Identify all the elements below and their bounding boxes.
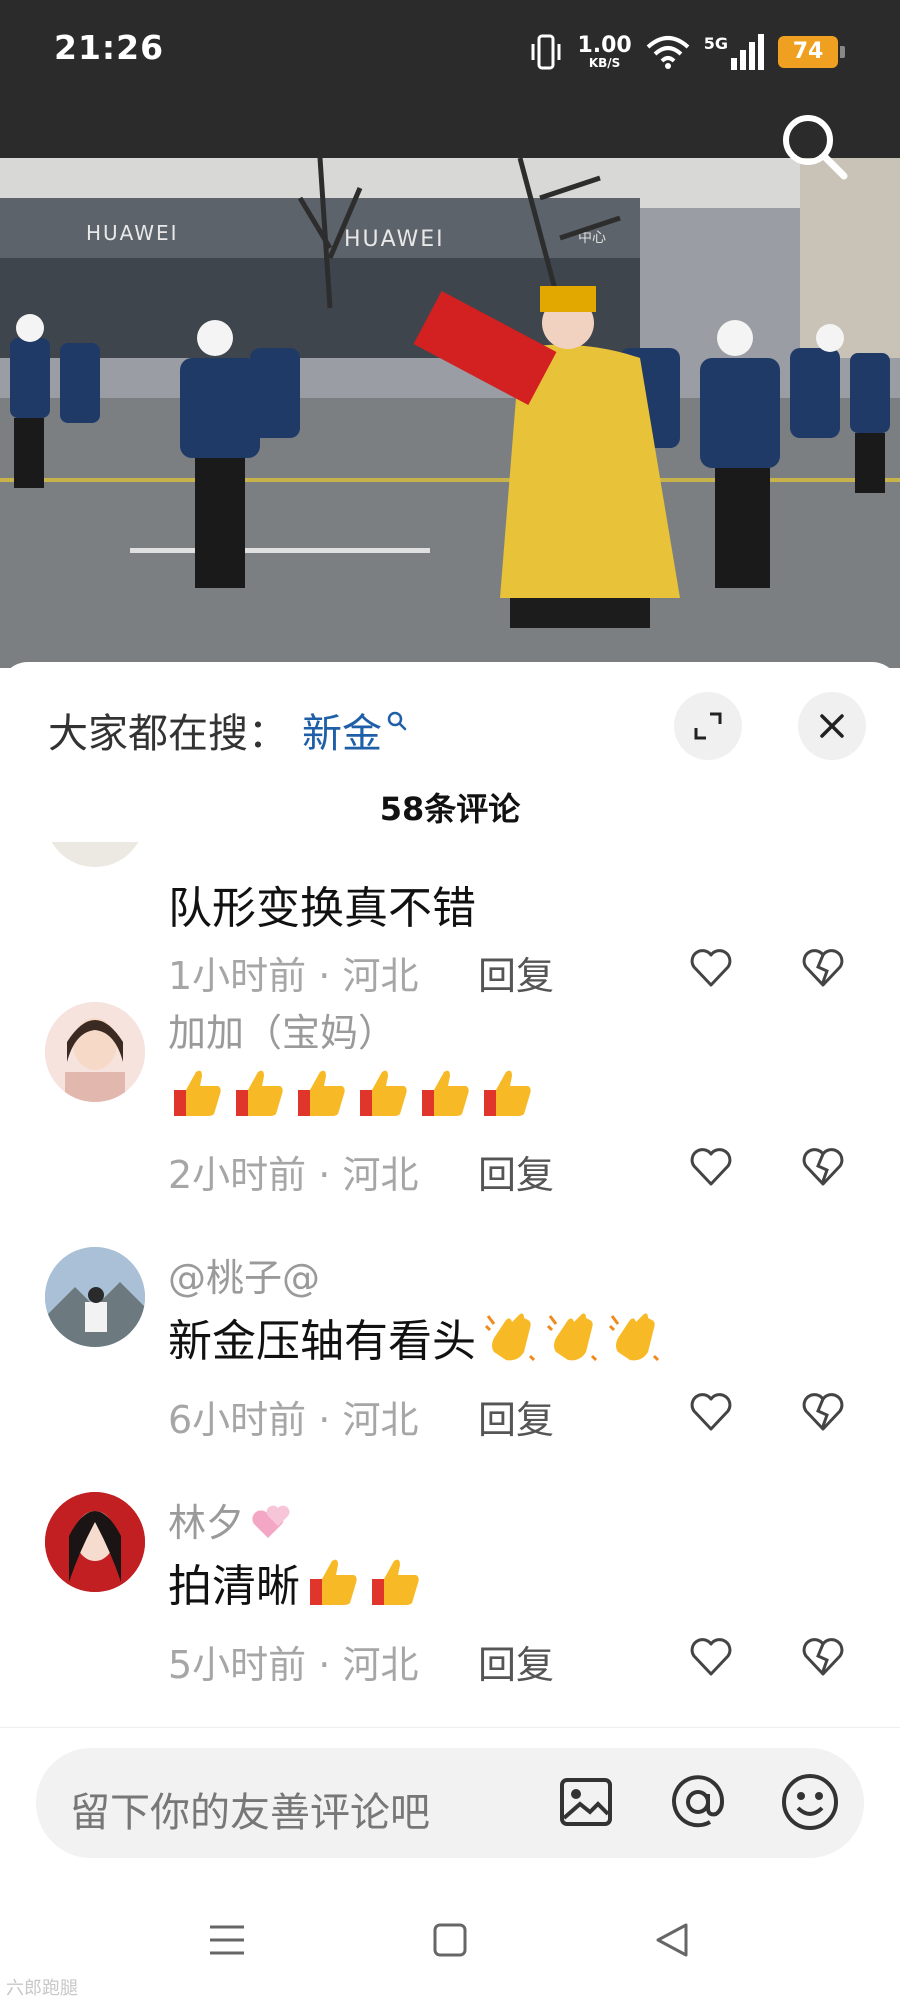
clapping-hands-icon: [484, 1313, 536, 1362]
comment-item: 加加（宝妈） 2小时前 · 河北 回复: [0, 992, 900, 1237]
home-icon[interactable]: [427, 1917, 473, 1963]
thumbs-up-icon: [360, 1070, 407, 1116]
wifi-icon: [646, 36, 690, 69]
comment-meta: 5小时前 · 河北: [168, 1634, 418, 1689]
at-icon[interactable]: [666, 1770, 730, 1834]
vibrate-icon: [531, 34, 561, 70]
hot-search-word[interactable]: 新金: [302, 701, 382, 759]
reply-button[interactable]: 回复: [478, 1634, 554, 1689]
comment-author[interactable]: @桃子@: [168, 1247, 320, 1302]
battery-indicator: 74: [778, 36, 845, 68]
broken-heart-icon[interactable]: [800, 945, 846, 991]
comment-text-content: 新金压轴有看头: [168, 1316, 476, 1367]
heart-icon[interactable]: [688, 1144, 734, 1190]
comment-text-content: 拍清晰: [168, 1561, 300, 1612]
avatar[interactable]: [45, 1492, 145, 1592]
comment-input-placeholder: 留下你的友善评论吧: [70, 1790, 430, 1836]
avatar[interactable]: [45, 1002, 145, 1102]
comment-input[interactable]: 留下你的友善评论吧: [36, 1748, 864, 1858]
system-nav-bar: 六郎跑腿: [0, 1877, 900, 2010]
network-type: 5G: [703, 34, 728, 53]
status-bar: 21:26 1.00 KB/S 5G 74: [0, 0, 900, 158]
comment-item: @桃子@ 新金压轴有看头 6小时前 · 河北 回复: [0, 1237, 900, 1482]
comment-author-row[interactable]: 林夕: [168, 1492, 296, 1547]
thumbs-up-icon: [372, 1559, 419, 1605]
comment-location: 河北: [342, 1398, 419, 1442]
comment-author[interactable]: 加加（宝妈）: [168, 1002, 396, 1057]
comment-item: 队形变换真不错 1小时前 · 河北 回复: [0, 842, 900, 1012]
heart-icon[interactable]: [688, 1389, 734, 1435]
watermark: 六郎跑腿: [6, 1978, 78, 1999]
comment-count: 58条评论: [379, 790, 521, 828]
comment-sheet: 大家都在搜： 新金 58条评论 队形变换真不错 1小时前 · 河北 回复 加加（…: [0, 662, 900, 2010]
expand-icon: [694, 712, 722, 740]
emoji-icon[interactable]: [778, 1770, 842, 1834]
avatar-image: [45, 1247, 145, 1347]
menu-icon[interactable]: [204, 1917, 250, 1963]
heart-icon[interactable]: [688, 945, 734, 991]
avatar-image: [45, 1492, 145, 1592]
broken-heart-icon[interactable]: [800, 1144, 846, 1190]
net-speed-value: 1.00: [577, 33, 632, 58]
meta-separator: ·: [306, 1398, 343, 1442]
thumbs-up-icon: [422, 1070, 469, 1116]
reply-button[interactable]: 回复: [478, 1144, 554, 1199]
thumbs-up-icon: [298, 1070, 345, 1116]
avatar[interactable]: [45, 842, 145, 867]
meta-separator: ·: [306, 1643, 343, 1687]
meta-separator: ·: [306, 1153, 343, 1197]
net-speed-unit: KB/S: [588, 56, 621, 70]
comment-text: [168, 1064, 536, 1122]
search-icon[interactable]: [778, 110, 850, 182]
thumbs-up-icon: [310, 1559, 357, 1605]
video-player[interactable]: HUAWEI HUAWEI 中心: [0, 158, 900, 668]
broken-heart-icon[interactable]: [800, 1389, 846, 1435]
status-icons: 1.00 KB/S 5G 74: [529, 30, 845, 74]
clapping-hands-icon: [546, 1313, 598, 1362]
back-icon[interactable]: [650, 1917, 696, 1963]
thumbs-up-icon: [236, 1070, 283, 1116]
comment-list[interactable]: 队形变换真不错 1小时前 · 河北 回复 加加（宝妈） 2小时前 · 河北 回复…: [0, 842, 900, 1842]
comment-text-content: 队形变换真不错: [168, 883, 476, 934]
comment-time: 6小时前: [168, 1398, 307, 1442]
reply-button[interactable]: 回复: [478, 1389, 554, 1444]
comment-location: 河北: [342, 1643, 419, 1687]
comment-input-bar: 留下你的友善评论吧: [0, 1727, 900, 1877]
comment-author[interactable]: 林夕: [168, 1492, 244, 1547]
sparkling-heart-icon: [252, 1505, 290, 1538]
comment-time: 2小时前: [168, 1153, 307, 1197]
avatar-image: [45, 1002, 145, 1102]
video-frame: HUAWEI HUAWEI 中心: [0, 158, 900, 668]
close-icon: [820, 714, 844, 738]
net-speed: 1.00 KB/S: [577, 33, 632, 70]
hot-search-label: 大家都在搜：: [48, 711, 288, 757]
thumbs-up-icon: [174, 1070, 221, 1116]
image-icon[interactable]: [554, 1770, 618, 1834]
thumbs-up-icon: [484, 1070, 531, 1116]
comment-meta: 2小时前 · 河北: [168, 1144, 418, 1199]
comment-location: 河北: [342, 1153, 419, 1197]
hot-search[interactable]: 大家都在搜： 新金: [48, 700, 408, 760]
video-sign-right: HUAWEI: [344, 227, 445, 252]
signal-icon: 5G: [704, 34, 764, 70]
expand-button[interactable]: [674, 692, 742, 760]
clapping-hands-icon: [608, 1313, 660, 1362]
comment-text: 队形变换真不错: [168, 872, 476, 936]
comment-text: 新金压轴有看头: [168, 1305, 662, 1369]
comment-text: 拍清晰: [168, 1550, 424, 1614]
comment-meta: 6小时前 · 河北: [168, 1389, 418, 1444]
avatar[interactable]: [45, 1247, 145, 1347]
status-time: 21:26: [54, 28, 165, 67]
comment-time: 5小时前: [168, 1643, 307, 1687]
broken-heart-icon[interactable]: [800, 1634, 846, 1680]
close-button[interactable]: [798, 692, 866, 760]
comment-item: 林夕 拍清晰 5小时前 · 河北 回复: [0, 1482, 900, 1727]
search-icon: [387, 711, 407, 731]
video-sign-left: HUAWEI: [86, 221, 179, 245]
heart-icon[interactable]: [688, 1634, 734, 1680]
